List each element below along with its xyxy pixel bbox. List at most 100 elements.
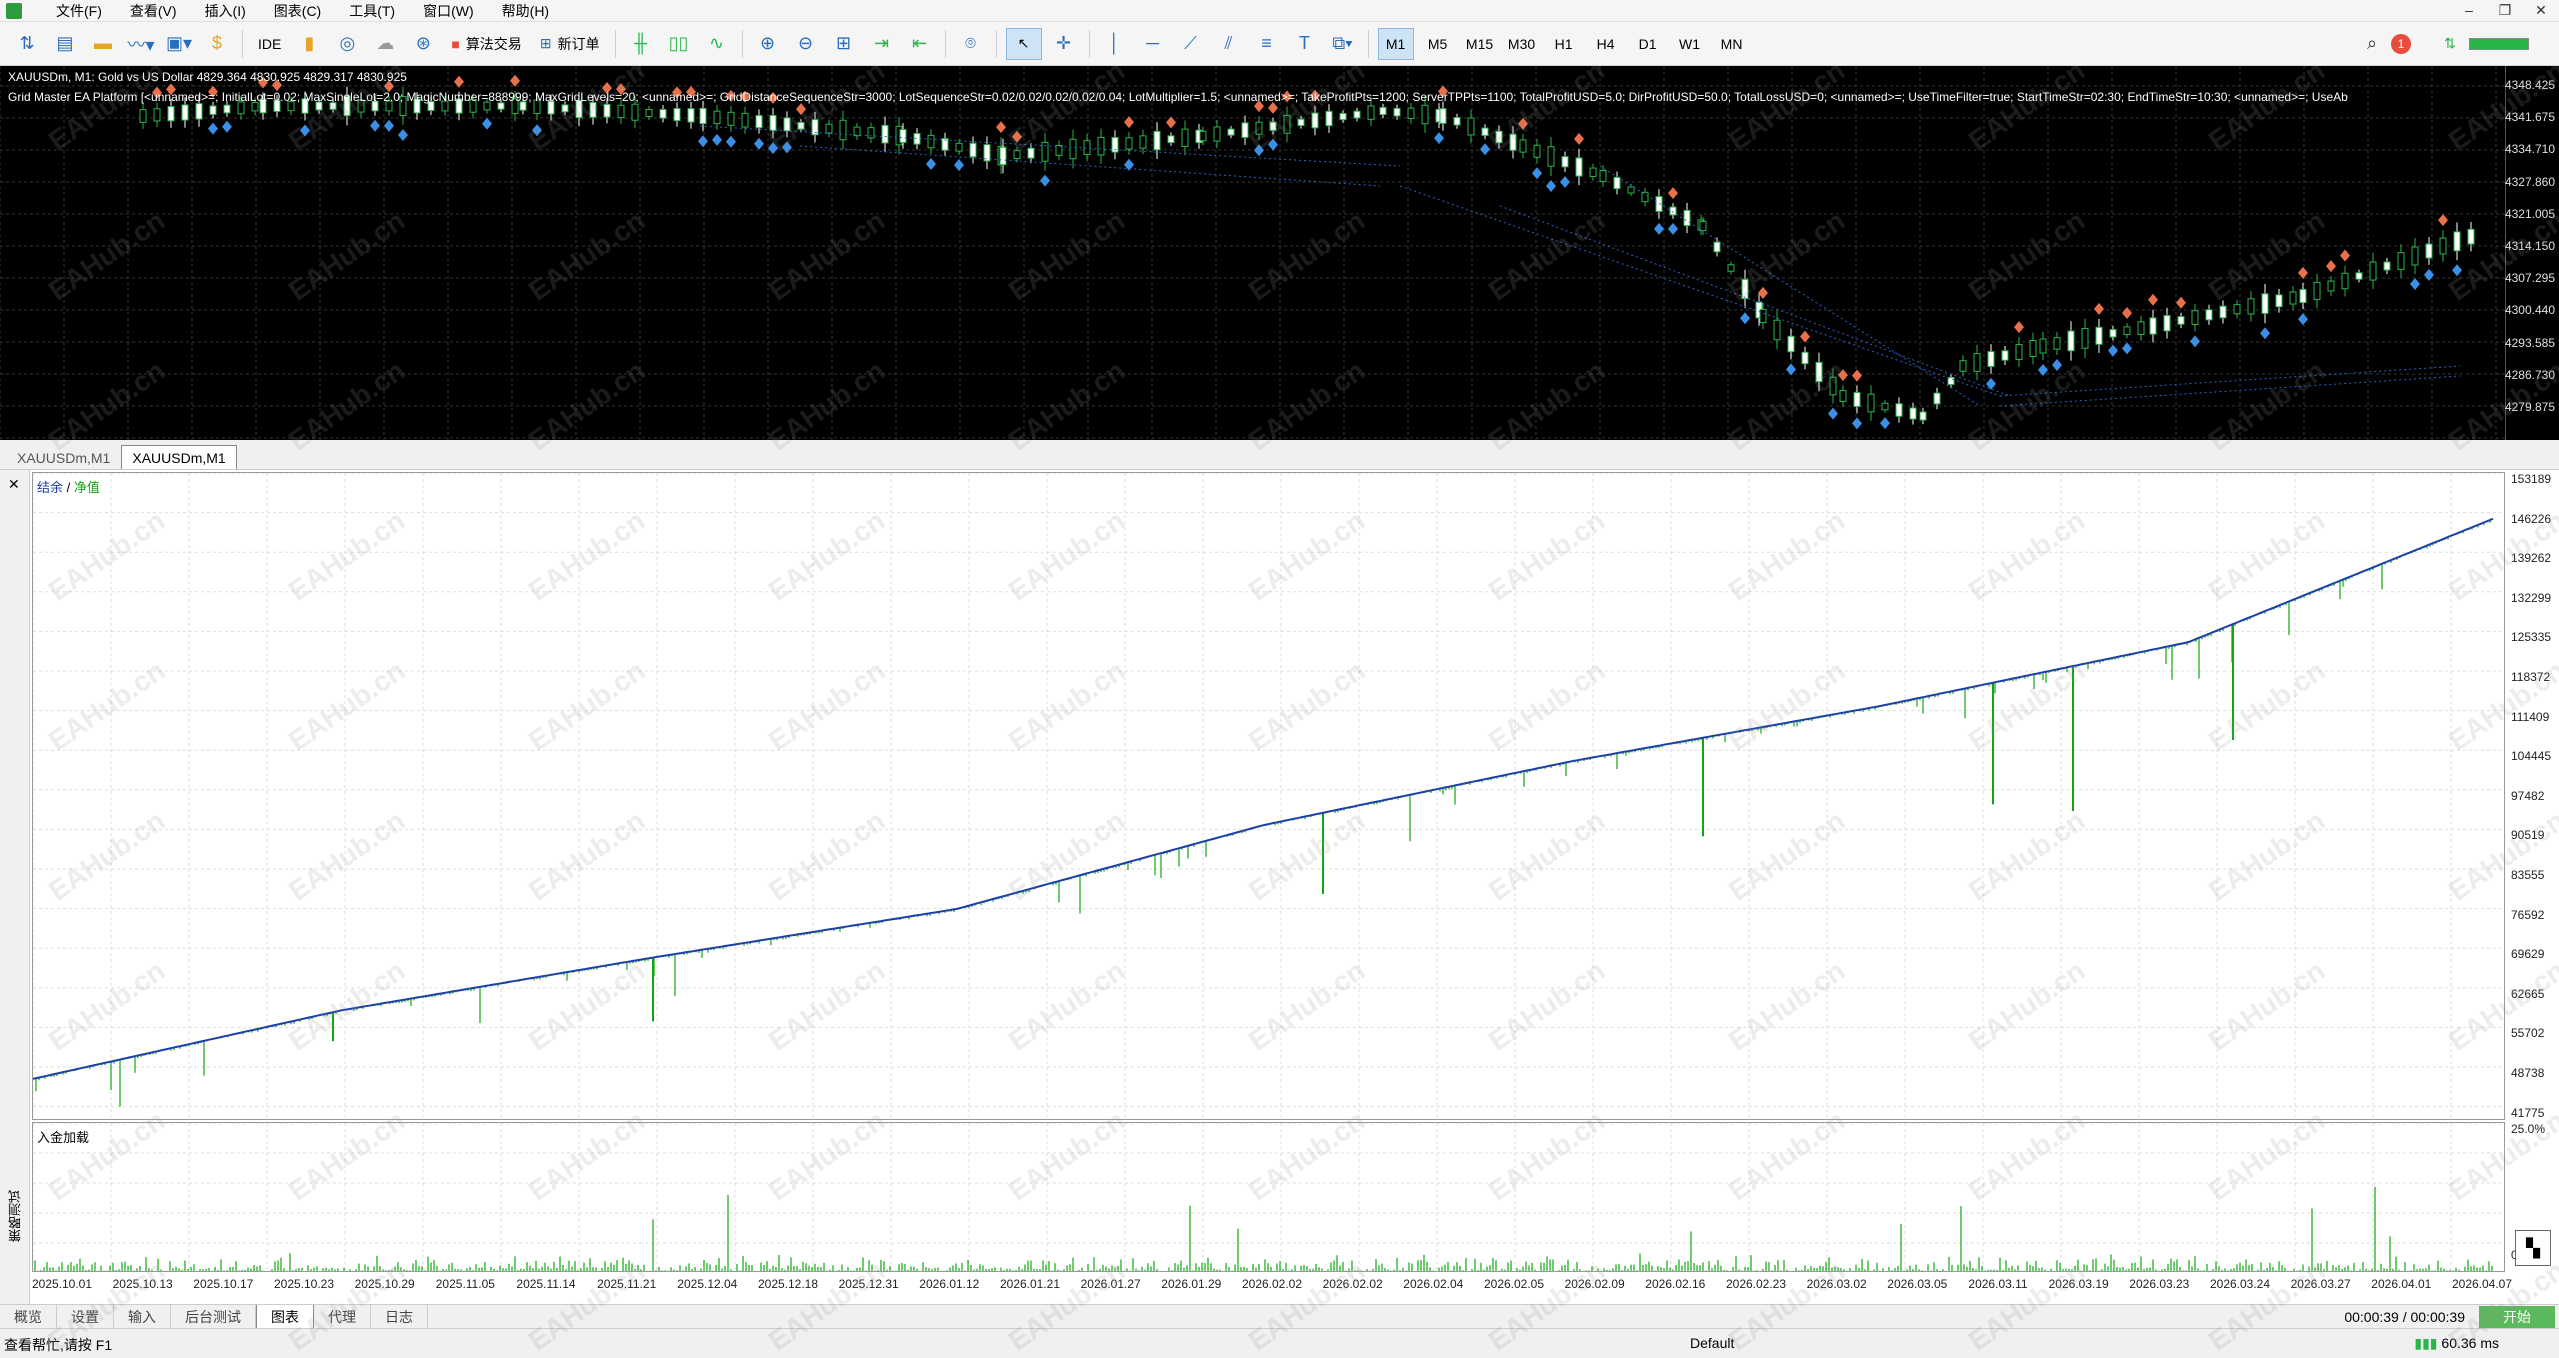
tab-journal[interactable]: 日志 — [371, 1304, 428, 1329]
deposit-load-chart[interactable]: 入金加载 — [32, 1122, 2505, 1272]
grid-icon[interactable]: ⊞ — [828, 28, 860, 60]
tab-settings[interactable]: 设置 — [57, 1304, 114, 1329]
fibonacci-icon[interactable]: ≡ — [1251, 28, 1283, 60]
menu-charts[interactable]: 图表(C) — [260, 0, 335, 22]
candle-body — [1613, 176, 1621, 190]
timeframe-m1[interactable]: M1 — [1377, 27, 1414, 60]
timeframe-m5[interactable]: M5 — [1420, 28, 1456, 60]
line-chart-icon[interactable]: ∿ — [701, 28, 733, 60]
new-chart-icon[interactable]: ⇅ — [11, 28, 43, 60]
restore-icon[interactable]: ❐ — [2487, 2, 2523, 19]
timeframe-w1[interactable]: W1 — [1672, 28, 1708, 60]
market-watch-icon[interactable]: ▤ — [49, 28, 81, 60]
candle-body — [2439, 237, 2447, 255]
cursor-icon[interactable]: ↖ — [1005, 27, 1042, 60]
candle-body — [2275, 294, 2283, 308]
date-tick-label: 2026.03.27 — [2290, 1277, 2351, 1291]
chart-tab[interactable]: XAUUSDm,M1 — [6, 445, 121, 469]
template-icon[interactable]: ▣▾ — [163, 28, 195, 60]
screenshot-icon[interactable]: ⌾ — [955, 28, 987, 60]
start-button[interactable]: 开始 — [2479, 1305, 2555, 1328]
search-icon[interactable]: ⌕ — [2356, 28, 2388, 60]
open-folder-icon[interactable]: ▬ — [87, 28, 119, 60]
zoom-out-icon[interactable]: ⊖ — [790, 28, 822, 60]
date-tick-label: 2025.12.18 — [757, 1277, 819, 1291]
candle-body — [769, 114, 777, 132]
horizontal-line-icon[interactable]: ─ — [1137, 28, 1169, 60]
bar-chart-icon[interactable]: ╫ — [625, 28, 657, 60]
tab-graph[interactable]: 图表 — [256, 1304, 314, 1329]
date-tick-label: 2026.02.23 — [1725, 1277, 1787, 1291]
menu-tools[interactable]: 工具(T) — [335, 0, 409, 22]
candle-body — [589, 102, 597, 118]
chart-tab-active[interactable]: XAUUSDm,M1 — [121, 445, 237, 469]
notification-badge[interactable]: 1 — [2391, 33, 2411, 54]
candle-body — [2453, 231, 2461, 252]
candle-body — [1933, 392, 1941, 405]
cloud-icon[interactable]: ☁ — [369, 28, 401, 60]
price-tick-label: 4327.860 — [2504, 174, 2555, 189]
chart-shift-icon[interactable]: ⇤ — [904, 28, 936, 60]
autoscroll-icon[interactable]: ⇥ — [866, 28, 898, 60]
candle-body — [1867, 393, 1875, 413]
tab-inputs[interactable]: 输入 — [114, 1304, 171, 1329]
algo-trading-button[interactable]: ■ 算法交易 — [445, 28, 527, 60]
candle-body — [2425, 243, 2433, 259]
buy-marker — [1828, 407, 1838, 420]
lock-icon[interactable]: ▮ — [293, 28, 325, 60]
status-profile[interactable]: Default — [1690, 1335, 1734, 1351]
candle-body — [2327, 280, 2335, 292]
tab-agents[interactable]: 代理 — [314, 1304, 371, 1329]
trendline-icon[interactable]: ⟋ — [1175, 28, 1207, 60]
sell-marker — [796, 103, 806, 116]
chart-icon-button[interactable]: ▚ — [2515, 1230, 2551, 1266]
minimize-icon[interactable]: – — [2451, 2, 2487, 19]
candle-body — [1759, 308, 1767, 324]
new-order-button[interactable]: ⊞ 新订单 — [534, 28, 606, 60]
tab-overview[interactable]: 概览 — [0, 1304, 57, 1329]
candle-body — [195, 103, 203, 120]
close-panel-icon[interactable]: ✕ — [8, 476, 20, 493]
vertical-line-icon[interactable]: │ — [1099, 28, 1131, 60]
timeframe-d1[interactable]: D1 — [1630, 28, 1666, 60]
menu-insert[interactable]: 插入(I) — [191, 0, 260, 22]
coin-icon[interactable]: $ — [201, 28, 233, 60]
close-icon[interactable]: ✕ — [2523, 2, 2559, 19]
balance-chart[interactable]: 结余 / 净值 — [32, 472, 2505, 1120]
balance-tick-label: 125335 — [2511, 630, 2552, 645]
price-chart[interactable]: XAUUSDm, M1: Gold vs US Dollar 4829.364 … — [0, 66, 2559, 440]
candle-body — [1787, 335, 1795, 353]
menu-window[interactable]: 窗口(W) — [409, 0, 488, 22]
sell-marker — [1838, 369, 1848, 382]
timeframe-h4[interactable]: H4 — [1588, 28, 1624, 60]
test-timer: 00:00:39 / 00:00:39 — [2344, 1308, 2465, 1325]
candle-body — [1255, 121, 1263, 135]
candle-body — [1987, 351, 1995, 367]
date-tick-label: 2025.12.31 — [838, 1277, 899, 1291]
tab-backtest[interactable]: 后台测试 — [171, 1304, 256, 1329]
zoom-in-icon[interactable]: ⊕ — [752, 28, 784, 60]
text-icon[interactable]: T — [1289, 28, 1321, 60]
timeframe-m30[interactable]: M30 — [1504, 28, 1540, 60]
signal-icon[interactable]: ◎ — [331, 28, 363, 60]
channel-icon[interactable]: ⫽ — [1213, 28, 1245, 60]
balance-series — [33, 517, 2494, 1080]
candle-chart-icon[interactable]: ▯▯ — [663, 28, 695, 60]
crosshair-icon[interactable]: ✛ — [1048, 28, 1080, 60]
chart-type-icon[interactable]: 〰▾ — [125, 28, 157, 60]
ide-button[interactable]: IDE — [252, 28, 287, 60]
candle-body — [727, 111, 735, 126]
shapes-icon[interactable]: ⧉▾ — [1327, 28, 1359, 60]
menu-help[interactable]: 帮助(H) — [488, 0, 563, 22]
menu-file[interactable]: 文件(F) — [42, 0, 116, 22]
separator — [1088, 29, 1090, 58]
candle-body — [1125, 137, 1133, 150]
price-tick-label: 4293.585 — [2504, 335, 2555, 350]
timeframe-mn[interactable]: MN — [1714, 28, 1750, 60]
candle-body — [2313, 281, 2321, 301]
timeframe-m15[interactable]: M15 — [1462, 28, 1498, 60]
menu-view[interactable]: 查看(V) — [116, 0, 191, 22]
timeframe-h1[interactable]: H1 — [1546, 28, 1582, 60]
candle-body — [139, 109, 147, 123]
vps-icon[interactable]: ⊛ — [407, 28, 439, 60]
